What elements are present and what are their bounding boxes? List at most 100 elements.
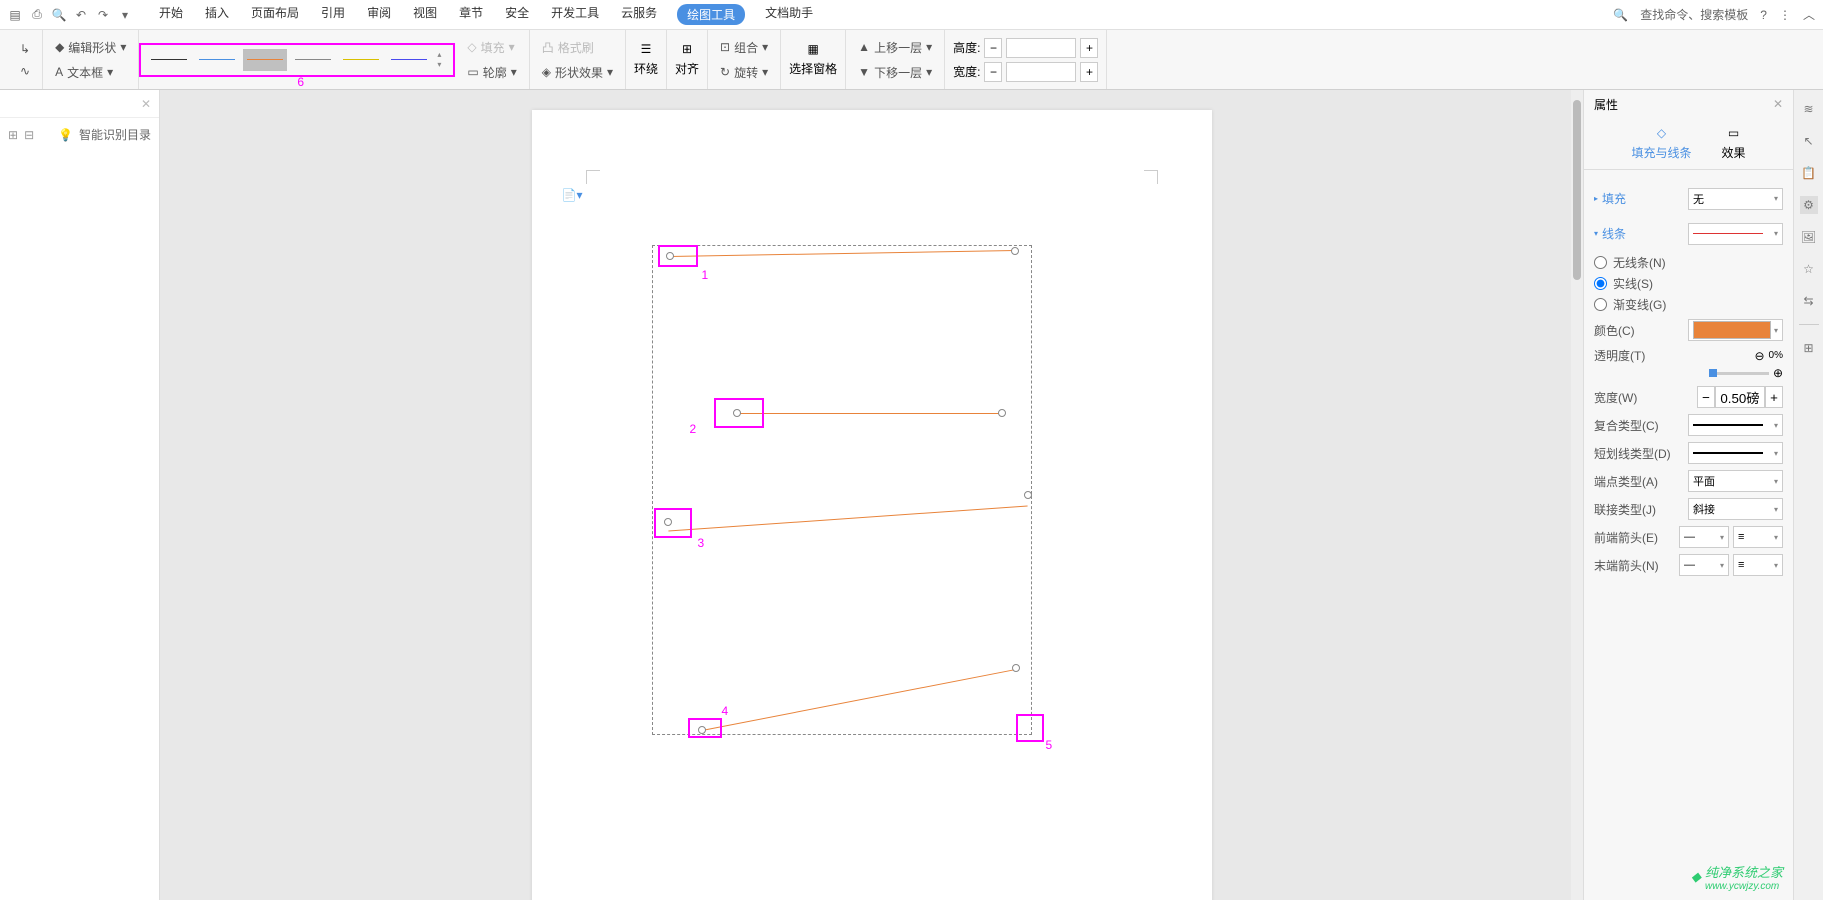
line-handle[interactable] (1024, 491, 1032, 499)
rail-favorite-icon[interactable]: ☆ (1800, 260, 1818, 278)
align-button[interactable]: 对齐 (675, 60, 699, 77)
search-text[interactable]: 查找命令、搜索模板 (1640, 6, 1748, 23)
style-item-2[interactable] (195, 49, 239, 71)
style-item-3[interactable] (243, 49, 287, 71)
rail-separator (1799, 324, 1819, 325)
tab-cloud[interactable]: 云服务 (619, 4, 659, 25)
document-canvas[interactable]: 📄▾ 1 2 3 4 (160, 90, 1583, 900)
rail-gallery-icon[interactable]: 🖼 (1800, 228, 1818, 246)
opacity-slider[interactable] (1709, 372, 1769, 375)
style-item-4[interactable] (291, 49, 335, 71)
style-item-6[interactable] (387, 49, 431, 71)
move-down-button[interactable]: ▼ 下移一层 ▾ (854, 62, 936, 83)
wrap-icon[interactable]: ☰ (641, 42, 652, 56)
tab-devtools[interactable]: 开发工具 (549, 4, 601, 25)
arrow-begin-type[interactable]: —▾ (1679, 526, 1729, 548)
tab-fill-line[interactable]: ◇ 填充与线条 (1631, 126, 1691, 161)
tab-page-layout[interactable]: 页面布局 (249, 4, 301, 25)
save-icon[interactable]: ▤ (8, 8, 22, 22)
width-input[interactable] (1006, 62, 1076, 82)
gallery-expand[interactable]: ▴▾ (437, 50, 449, 70)
rail-share-icon[interactable]: ⇆ (1800, 292, 1818, 310)
outline-button[interactable]: ▭ 轮廓 ▾ (463, 62, 520, 83)
tab-review[interactable]: 审阅 (365, 4, 393, 25)
help-icon[interactable]: ? (1760, 8, 1767, 22)
style-item-5[interactable] (339, 49, 383, 71)
select-pane-icon[interactable]: ▦ (807, 42, 818, 56)
dropdown-icon[interactable]: ▾ (118, 8, 132, 22)
cap-select[interactable]: 平面▾ (1688, 470, 1783, 492)
tab-view[interactable]: 视图 (411, 4, 439, 25)
arrow-begin-size[interactable]: ≡▾ (1733, 526, 1783, 548)
tab-doc-helper[interactable]: 文档助手 (763, 4, 815, 25)
width-dec[interactable]: − (984, 62, 1002, 82)
compound-select[interactable]: ▾ (1688, 414, 1783, 436)
group-button[interactable]: ⊡ 组合 ▾ (716, 37, 772, 58)
shape-line-button[interactable]: ↳ (16, 40, 34, 58)
rail-clipboard-icon[interactable]: 📋 (1800, 164, 1818, 182)
edit-shape-button[interactable]: ◆ 编辑形状 ▾ (51, 37, 130, 58)
line-handle[interactable] (1011, 247, 1019, 255)
wrap-button[interactable]: 环绕 (634, 60, 658, 77)
line-handle[interactable] (998, 409, 1006, 417)
undo-icon[interactable]: ↶ (74, 8, 88, 22)
rail-grid-icon[interactable]: ⊞ (1800, 339, 1818, 357)
properties-close-icon[interactable]: ✕ (1773, 97, 1783, 111)
height-input[interactable] (1006, 38, 1076, 58)
tab-effect[interactable]: ▭ 效果 (1722, 126, 1746, 161)
rail-properties-icon[interactable]: ⚙ (1800, 196, 1818, 214)
style-item-1[interactable] (147, 49, 191, 71)
align-icon[interactable]: ⊞ (682, 42, 692, 56)
more-icon[interactable]: ⋮ (1779, 8, 1791, 22)
opacity-dec[interactable]: ⊖ (1754, 349, 1764, 363)
width-inc[interactable]: + (1765, 386, 1783, 408)
rail-select-icon[interactable]: ↖ (1800, 132, 1818, 150)
width-dec[interactable]: − (1697, 386, 1715, 408)
tab-security[interactable]: 安全 (503, 4, 531, 25)
fill-section-header[interactable]: ▸填充 (1594, 184, 1626, 213)
line-handle[interactable] (1012, 664, 1020, 672)
vertical-scrollbar[interactable] (1571, 90, 1583, 900)
arrow-end-type[interactable]: —▾ (1679, 554, 1729, 576)
join-select[interactable]: 斜接▾ (1688, 498, 1783, 520)
line-style-select[interactable]: ▾ (1688, 223, 1783, 245)
text-box-button[interactable]: A 文本框 ▾ (51, 62, 130, 83)
preview-icon[interactable]: 🔍 (52, 8, 66, 22)
width-input[interactable] (1715, 386, 1765, 408)
redo-icon[interactable]: ↷ (96, 8, 110, 22)
scroll-thumb[interactable] (1573, 100, 1581, 280)
collapse-ribbon-icon[interactable]: ︿ (1803, 6, 1815, 23)
annotation-box-3 (654, 508, 692, 538)
radio-no-line[interactable]: 无线条(N) (1594, 254, 1783, 271)
arrow-end-size[interactable]: ≡▾ (1733, 554, 1783, 576)
select-pane-button[interactable]: 选择窗格 (789, 60, 837, 77)
rotate-button[interactable]: ↻ 旋转 ▾ (716, 62, 772, 83)
move-up-button[interactable]: ▲ 上移一层 ▾ (854, 37, 936, 58)
tab-reference[interactable]: 引用 (319, 4, 347, 25)
tab-insert[interactable]: 插入 (203, 4, 231, 25)
outline-collapse-icon[interactable]: ⊟ (24, 128, 34, 142)
radio-solid-line[interactable]: 实线(S) (1594, 275, 1783, 292)
shape-style-gallery[interactable]: ▴▾ 6 (139, 43, 455, 77)
outline-expand-icon[interactable]: ⊞ (8, 128, 18, 142)
height-dec[interactable]: − (984, 38, 1002, 58)
shape-curve-button[interactable]: ∿ (16, 62, 34, 80)
rail-format-icon[interactable]: ≋ (1800, 100, 1818, 118)
tab-chapter[interactable]: 章节 (457, 4, 485, 25)
opacity-inc[interactable]: ⊕ (1773, 366, 1783, 380)
tab-start[interactable]: 开始 (157, 4, 185, 25)
radio-gradient-line[interactable]: 渐变线(G) (1594, 296, 1783, 313)
line-section-header[interactable]: ▾线条 (1594, 219, 1626, 248)
fill-select[interactable]: 无▾ (1688, 188, 1783, 210)
print-icon[interactable]: ⎙ (30, 8, 44, 22)
nav-close-icon[interactable]: ✕ (141, 97, 151, 111)
width-inc[interactable]: + (1080, 62, 1098, 82)
search-icon[interactable]: 🔍 (1613, 8, 1628, 22)
shape-effect-button[interactable]: ◈ 形状效果 ▾ (538, 62, 617, 83)
height-inc[interactable]: + (1080, 38, 1098, 58)
smart-toc-label[interactable]: 智能识别目录 (79, 126, 151, 143)
line-shape-2[interactable] (737, 413, 1002, 414)
dash-select[interactable]: ▾ (1688, 442, 1783, 464)
tab-drawing-tools[interactable]: 绘图工具 (677, 4, 745, 25)
color-select[interactable]: ▾ (1688, 319, 1783, 341)
